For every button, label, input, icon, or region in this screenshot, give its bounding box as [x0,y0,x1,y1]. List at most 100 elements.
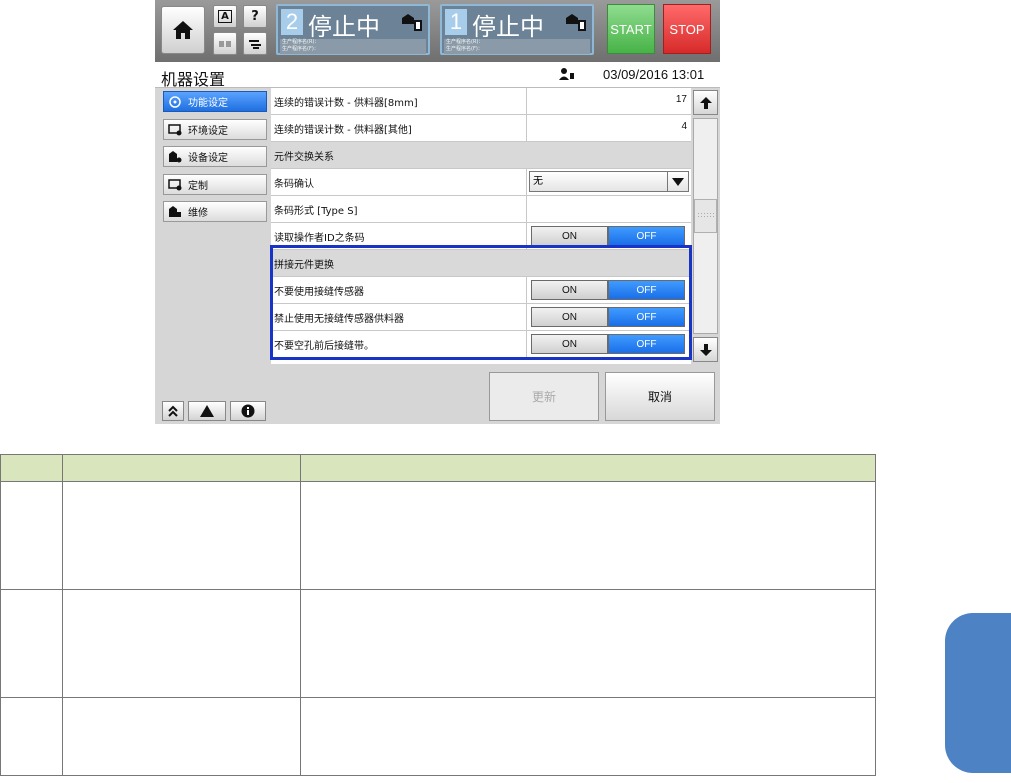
setting-label: 不要空孔前后接缝带。 [274,341,374,352]
list-item: 条码确认 无 [271,169,691,196]
feeder-icon [566,14,586,31]
sidebar-item-label: 功能设定 [188,98,228,109]
table-cell [0,697,63,776]
on-button[interactable]: ON [531,334,608,354]
setting-value: 17 [675,94,687,105]
setting-value: 4 [681,121,687,132]
setting-label: 条码形式 [Type S] [274,206,358,217]
page-title: 机器设置 [161,70,226,89]
lane-2-status[interactable]: 2 停止中 生产程序名(R)： 生产程序名(F)： [276,4,430,55]
scroll-track[interactable] [693,118,718,334]
sidebar-item-custom[interactable]: 定制 [163,174,267,195]
warning-icon [200,405,214,417]
section-label: 元件交换关系 [274,152,334,163]
on-off-toggle: ON OFF [531,307,685,327]
lane-1-info: 生产程序名(R)： 生产程序名(F)： [444,39,590,54]
arrow-down-icon [699,343,712,356]
sidebar-item-environment[interactable]: 环境设定 [163,119,267,140]
environment-settings-icon [168,123,182,135]
lane-2-program-f: 生产程序名(F)： [282,46,319,52]
table-cell [62,481,301,590]
on-button[interactable]: ON [531,280,608,300]
title-bar: 机器设置 03/09/2016 13:01 [155,62,720,89]
setting-label: 不要使用接缝传感器 [274,287,364,298]
lane-2-info: 生产程序名(R)： 生产程序名(F)： [280,39,426,54]
setting-label: 连续的错误计数 - 供料器[其他] [274,125,412,136]
lane-1-program-f: 生产程序名(F)： [446,46,483,52]
table-cell [300,481,876,590]
setting-label: 禁止使用无接缝传感器供料器 [274,314,404,325]
datetime: 03/09/2016 13:01 [603,67,705,82]
table-cell [62,697,301,776]
off-button[interactable]: OFF [608,226,685,246]
table-header-row [0,454,876,482]
start-button[interactable]: START [607,4,655,54]
table-row [0,589,876,698]
collapse-button[interactable] [162,401,184,421]
setting-value-field[interactable]: 17 [526,88,691,114]
off-button[interactable]: OFF [608,307,685,327]
explanation-table [0,454,876,776]
sidebar-item-function[interactable]: 功能设定 [163,91,267,112]
toggle-cell: ON OFF [526,331,691,357]
lane-2-status-text: 停止中 [308,13,380,41]
stop-button[interactable]: STOP [663,4,711,54]
sidebar-item-label: 定制 [188,181,208,192]
function-settings-icon [169,95,181,108]
transfer-button[interactable] [243,32,267,55]
setting-value-field[interactable] [526,196,691,222]
on-button[interactable]: ON [531,226,608,246]
list-item: 不要空孔前后接缝带。 ON OFF [271,331,691,358]
help-button[interactable]: ? [243,5,267,28]
update-button[interactable]: 更新 [489,372,599,421]
lane-1-number: 1 [445,9,467,35]
off-button[interactable]: OFF [608,280,685,300]
table-cell [62,589,301,698]
lane-1-status-text: 停止中 [472,13,544,41]
transfer-icon [249,39,261,49]
warning-button[interactable] [188,401,226,421]
sidebar-item-label: 维修 [188,208,208,219]
scroll-up-button[interactable] [693,90,718,115]
table-cell [300,697,876,776]
dropdown-value: 无 [533,176,543,187]
toggle-cell: ON OFF [526,223,691,249]
lane-2-number: 2 [281,9,303,35]
cancel-button[interactable]: 取消 [605,372,715,421]
sidebar-item-equipment[interactable]: 设备设定 [163,146,267,167]
off-button[interactable]: OFF [608,334,685,354]
setting-value-field[interactable]: 4 [526,115,691,141]
toggle-cell: ON OFF [526,304,691,330]
help-icon: ? [251,9,259,24]
setting-label: 读取操作者ID之条码 [274,233,365,244]
list-item: 连续的错误计数 - 供料器[其他] 4 [271,115,691,142]
setting-label: 条码确认 [274,179,314,190]
dropdown-arrow[interactable] [667,171,688,192]
settings-list: 连续的错误计数 - 供料器[8mm] 17 连续的错误计数 - 供料器[其他] … [271,88,691,364]
chapter-tab [945,613,1011,773]
barcode-check-dropdown[interactable]: 无 [529,171,689,192]
operator-icon [219,40,231,47]
feeder-icon [402,14,422,31]
scroll-down-button[interactable] [693,337,718,362]
sidebar: 功能设定 环境设定 设备设定 定制 维修 [155,88,271,424]
arrow-up-icon [699,96,712,109]
lane-2-program-r: 生产程序名(R)： [282,39,320,45]
sidebar-item-maintenance[interactable]: 维修 [163,201,267,222]
section-header: 拼接元件更换 [271,250,691,277]
home-button[interactable] [161,6,205,54]
on-off-toggle: ON OFF [531,280,685,300]
info-button[interactable] [230,401,266,421]
list-item: 连续的错误计数 - 供料器[8mm] 17 [271,88,691,115]
a-button[interactable]: A [213,5,237,28]
user-icon [559,68,574,80]
on-button[interactable]: ON [531,307,608,327]
scroll-thumb[interactable] [694,199,717,233]
table-header-cell [300,454,876,482]
double-chevron-up-icon [168,405,178,417]
operator-button[interactable] [213,32,237,55]
machine-screen: A ? 2 停止中 生产程序名(R)： 生产程序名(F)： 1 停止中 生产程序… [155,0,720,424]
lane-1-status[interactable]: 1 停止中 生产程序名(R)： 生产程序名(F)： [440,4,594,55]
section-label: 拼接元件更换 [274,260,334,271]
vertical-scrollbar[interactable] [691,88,720,364]
